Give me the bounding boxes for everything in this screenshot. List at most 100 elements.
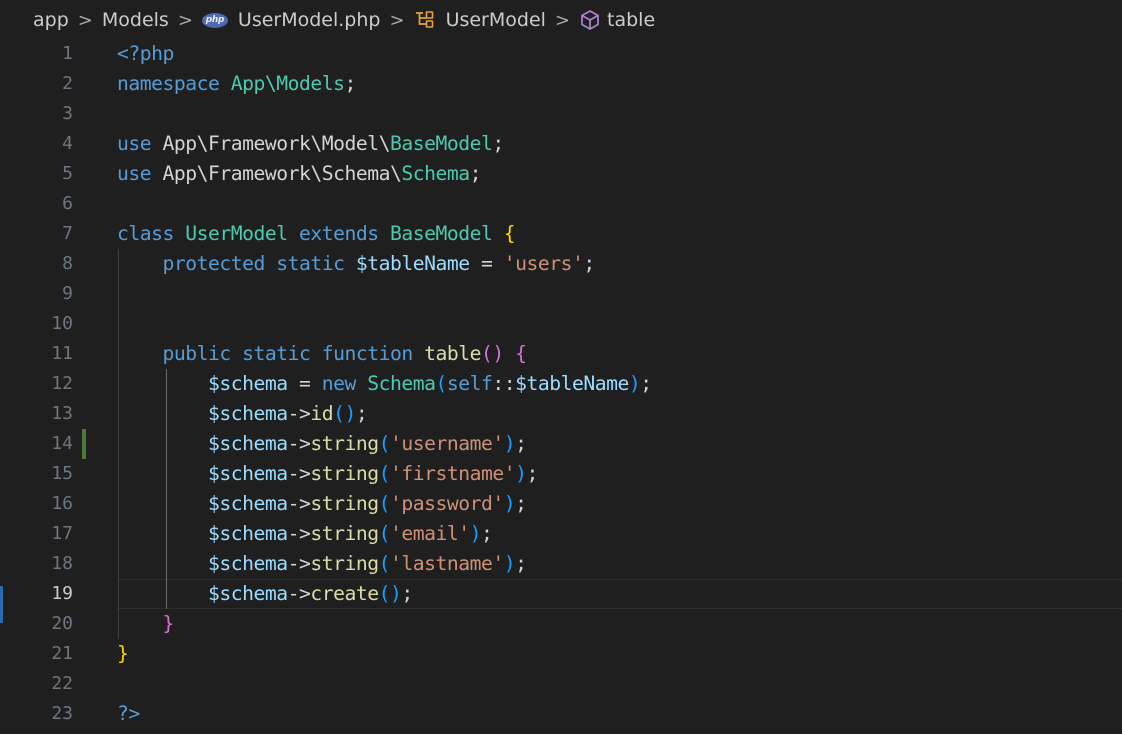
code-line[interactable]: 4 use App\Framework\Model\BaseModel; (0, 129, 1122, 159)
code-token: $schema (207, 582, 288, 605)
code-token: ) (503, 432, 516, 455)
code-token: $schema (207, 522, 288, 545)
code-token: ( (378, 462, 391, 485)
line-number: 14 (51, 433, 73, 454)
code-token: static (276, 252, 345, 275)
breadcrumb-item-class[interactable]: UserModel (414, 9, 546, 31)
code-line[interactable]: 7 class UserModel extends BaseModel { (0, 219, 1122, 249)
code-token: 'lastname' (389, 552, 504, 575)
code-token: $schema (207, 462, 288, 485)
code-token: } (162, 612, 175, 635)
code-token: 'username' (389, 432, 504, 455)
line-number: 22 (51, 673, 73, 694)
method-symbol-icon (579, 9, 601, 31)
code-text: $schema->string('email'); (117, 519, 493, 549)
code-token: public (162, 342, 232, 365)
code-line[interactable]: 2 namespace App\Models; (0, 69, 1122, 99)
code-token: use (117, 162, 152, 185)
line-number: 5 (62, 163, 73, 184)
code-line[interactable]: 3 (0, 99, 1122, 129)
line-number: 13 (51, 403, 73, 424)
code-text: $schema->string('password'); (117, 489, 527, 519)
code-line[interactable]: 5 use App\Framework\Schema\Schema; (0, 159, 1122, 189)
code-token: () (480, 342, 504, 365)
code-token: new (321, 372, 357, 395)
code-text: ?> (117, 699, 140, 729)
code-line[interactable]: 1 <?php (0, 39, 1122, 69)
code-token: string (310, 492, 379, 515)
code-token: ( (378, 492, 391, 515)
code-token: function (321, 342, 413, 365)
chevron-right-icon: > (554, 9, 571, 31)
code-line[interactable]: 21} (0, 639, 1122, 669)
breadcrumb-item-file[interactable]: php UserModel.php (201, 9, 381, 31)
code-line[interactable]: 16 $schema->string('password'); (0, 489, 1122, 519)
code-line[interactable]: 13 $schema->id(); (0, 399, 1122, 429)
code-token: ( (378, 522, 391, 545)
code-token: 'password' (389, 492, 504, 515)
breadcrumb-label: UserModel.php (237, 9, 381, 31)
code-token: Schema (401, 162, 470, 185)
code-line[interactable]: 12 $schema = new Schema(self::$tableName… (0, 369, 1122, 399)
code-line[interactable]: 8 protected static $tableName = 'users'; (0, 249, 1122, 279)
code-token: () (378, 582, 402, 605)
code-line[interactable]: 6 (0, 189, 1122, 219)
code-token: 'firstname' (389, 462, 516, 485)
code-token: ; (480, 522, 493, 545)
code-text: use App\Framework\Schema\Schema; (117, 159, 481, 189)
code-line[interactable]: 19 $schema->create(); (0, 579, 1122, 609)
code-line[interactable]: 15 $schema->string('firstname'); (0, 459, 1122, 489)
activity-indicator (0, 586, 3, 623)
code-token: ; (355, 402, 368, 425)
code-line[interactable]: 9 (0, 279, 1122, 309)
breadcrumb-item-models[interactable]: Models (102, 9, 169, 31)
code-line[interactable]: 17 $schema->string('email'); (0, 519, 1122, 549)
code-line[interactable]: 14 $schema->string('username'); (0, 429, 1122, 459)
line-number: 18 (51, 553, 73, 574)
chevron-right-icon: > (177, 9, 193, 31)
code-token: $schema (207, 402, 288, 425)
code-token: $schema (207, 492, 288, 515)
code-token: ; (469, 162, 482, 185)
code-token: class (117, 222, 174, 245)
code-token: ; (515, 492, 527, 515)
breadcrumb-item-method[interactable]: table (579, 9, 655, 31)
code-line[interactable]: 18 $schema->string('lastname'); (0, 549, 1122, 579)
code-token: ( (378, 552, 391, 575)
code-text: } (117, 639, 129, 669)
code-token: string (310, 552, 379, 575)
code-line[interactable]: 10 (0, 309, 1122, 339)
code-line[interactable]: 23 ?> (0, 699, 1122, 729)
code-token: ( (435, 372, 447, 395)
code-line[interactable]: 20 } (0, 609, 1122, 639)
line-number: 23 (51, 703, 73, 724)
code-token: ; (515, 552, 527, 575)
code-token: -> (287, 402, 311, 425)
code-text: class UserModel extends BaseModel { (117, 219, 516, 249)
code-editor[interactable]: 1 <?php 2 namespace App\Models; 3 4 use App\Fr… (0, 39, 1122, 734)
code-token: ) (469, 522, 482, 545)
line-number: 10 (51, 313, 73, 334)
code-token: self (446, 372, 493, 395)
code-line[interactable]: 11 public static function table() { (0, 339, 1122, 369)
code-token: string (310, 522, 379, 545)
code-token: :: (492, 372, 516, 395)
code-token: protected (162, 252, 266, 275)
code-text: $schema->id(); (117, 399, 368, 429)
breadcrumb-item-app[interactable]: app (33, 9, 69, 31)
code-token: { (515, 342, 527, 365)
code-token: 'email' (389, 522, 470, 545)
code-text: $schema->create(); (117, 579, 413, 609)
code-line[interactable]: 22 (0, 669, 1122, 699)
code-token: $tableName (355, 252, 470, 275)
line-number: 1 (62, 43, 73, 64)
code-token: <?php (117, 42, 174, 65)
